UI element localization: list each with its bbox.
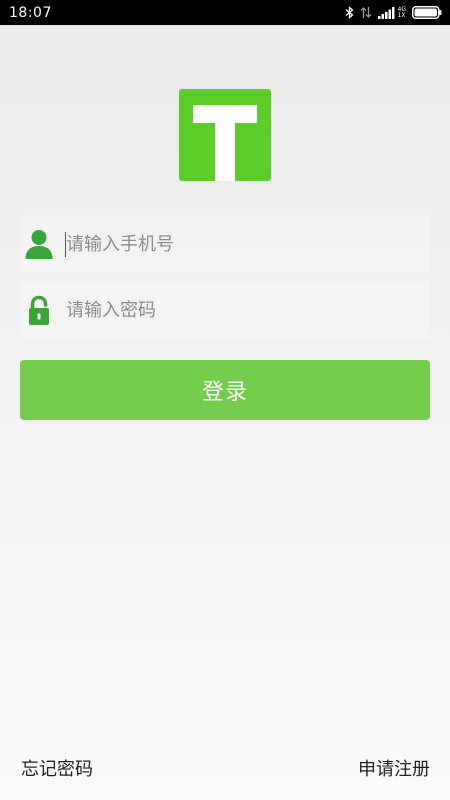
- password-input[interactable]: [66, 291, 416, 329]
- network-type-label: 4G 1X: [397, 6, 406, 19]
- lock-icon: [29, 295, 49, 325]
- status-time: 18:07: [9, 4, 52, 21]
- status-bar: 18:07 4G 1X: [0, 0, 450, 25]
- login-button[interactable]: 登录: [20, 360, 430, 420]
- password-field[interactable]: [20, 281, 430, 339]
- forgot-password-link[interactable]: 忘记密码: [21, 755, 93, 781]
- user-icon: [25, 230, 53, 259]
- register-link[interactable]: 申请注册: [358, 755, 430, 781]
- battery-icon: [412, 6, 442, 19]
- status-icons: 4G 1X: [345, 6, 442, 19]
- logo-letter-bar: [193, 105, 257, 123]
- network-type-bottom: 1X: [397, 11, 406, 19]
- logo-letter-stem: [215, 123, 235, 181]
- app-logo: [179, 89, 271, 181]
- data-transfer-icon: [360, 7, 371, 18]
- signal-icon: [377, 6, 395, 19]
- phone-input[interactable]: [66, 225, 416, 263]
- phone-field[interactable]: [20, 215, 430, 273]
- bluetooth-icon: [345, 6, 354, 19]
